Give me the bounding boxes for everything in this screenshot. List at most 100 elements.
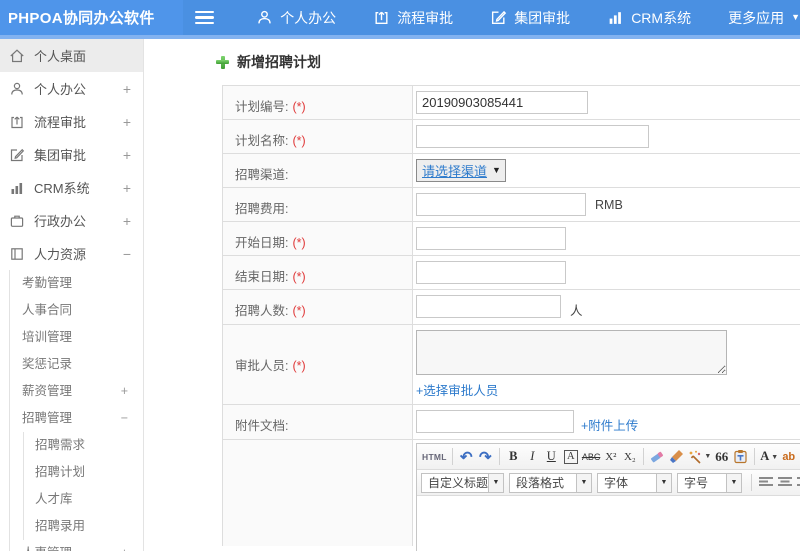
sidebar-item-recruit-demand[interactable]: 招聘需求 — [24, 432, 143, 459]
edit-square-icon — [490, 9, 507, 26]
caret-down-icon: ▼ — [791, 12, 800, 22]
expand-toggle[interactable]: + — [123, 114, 131, 130]
user-icon — [9, 81, 25, 97]
form-row-attachment: 附件文档: +附件上传 — [223, 405, 800, 440]
field-label: 招聘渠道: — [235, 168, 289, 182]
plan-name-input[interactable] — [416, 125, 649, 148]
sidebar-item-personnel-mgmt[interactable]: 人事管理+ — [10, 540, 143, 551]
sidebar-item-training[interactable]: 培训管理 — [10, 324, 143, 351]
expand-toggle[interactable]: + — [123, 213, 131, 229]
edit-square-icon — [9, 147, 25, 163]
bar-chart-icon — [9, 180, 25, 196]
sidebar-item-hr[interactable]: 人力资源 − — [0, 237, 143, 270]
caret-down-icon: ▼ — [656, 473, 671, 492]
underline-button[interactable]: U — [542, 447, 561, 466]
caret-down-icon: ▼ — [704, 453, 712, 460]
plan-number-input[interactable] — [416, 91, 588, 114]
form-row-approver: 审批人员: (*) +选择审批人员 — [223, 325, 800, 405]
channel-select[interactable]: 请选择渠道 ▼ — [416, 159, 506, 182]
field-label: 招聘费用: — [235, 202, 289, 216]
sidebar-item-hr-contract[interactable]: 人事合同 — [10, 297, 143, 324]
topnav-item-group-approval[interactable]: 集团审批 — [490, 8, 570, 28]
sidebar: 个人桌面 个人办公 + 流程审批 + 集团审批 + CRM系统 + 行政办公 + — [0, 39, 144, 551]
field-label: 结束日期: — [235, 270, 289, 284]
sidebar-item-personal-office[interactable]: 个人办公 + — [0, 72, 143, 105]
end-date-input[interactable] — [416, 261, 566, 284]
approver-textarea[interactable] — [416, 330, 727, 375]
redo-button[interactable]: ↷ — [476, 447, 495, 466]
bold-button[interactable]: B — [504, 447, 523, 466]
sidebar-item-rewards[interactable]: 奖惩记录 — [10, 351, 143, 378]
font-color-button[interactable]: A ▼ — [759, 447, 779, 466]
expand-toggle[interactable]: − — [121, 405, 128, 432]
hamburger-menu-icon[interactable] — [194, 10, 215, 25]
subscript-button[interactable]: X₂ — [620, 447, 639, 466]
main-content: 新增招聘计划 计划编号:(*) 计划名称:(*) 招聘渠道: 请选择渠道 ▼ — [144, 39, 800, 551]
sidebar-item-recruit-mgmt[interactable]: 招聘管理 − — [10, 405, 143, 432]
sidebar-item-attendance[interactable]: 考勤管理 — [10, 270, 143, 297]
align-center-icon[interactable] — [775, 473, 794, 492]
italic-button[interactable]: I — [523, 447, 542, 466]
form-row-fee: 招聘费用: RMB — [223, 188, 800, 222]
attachment-input[interactable] — [416, 410, 574, 433]
paste-text-icon[interactable] — [731, 447, 750, 466]
expand-toggle[interactable]: + — [121, 540, 128, 551]
align-right-icon[interactable] — [794, 473, 800, 492]
paragraph-format-select[interactable]: 段落格式 ▼ — [509, 472, 592, 493]
sidebar-item-salary[interactable]: 薪资管理 + — [10, 378, 143, 405]
headcount-input[interactable] — [416, 295, 561, 318]
sidebar-item-talent-pool[interactable]: 人才库 — [24, 486, 143, 513]
undo-button[interactable]: ↶ — [457, 447, 476, 466]
field-label: 开始日期: — [235, 236, 289, 250]
field-label: 附件文档: — [235, 419, 289, 433]
sidebar-item-admin-office[interactable]: 行政办公 + — [0, 204, 143, 237]
topnav-item-crm[interactable]: CRM系统 — [607, 8, 691, 28]
expand-toggle[interactable]: + — [123, 147, 131, 163]
topnav-item-process-approval[interactable]: 流程审批 — [373, 8, 453, 28]
sidebar-item-desktop[interactable]: 个人桌面 — [0, 39, 143, 72]
expand-toggle[interactable]: − — [123, 246, 131, 262]
caret-down-icon: ▼ — [488, 473, 503, 492]
sidebar-item-recruit-plan[interactable]: 招聘计划 — [24, 459, 143, 486]
strikethrough-button[interactable]: ABC — [581, 447, 602, 466]
user-icon — [256, 9, 273, 26]
sidebar-item-crm[interactable]: CRM系统 + — [0, 171, 143, 204]
remove-format-eraser-icon[interactable] — [648, 447, 667, 466]
custom-title-select[interactable]: 自定义标题 ▼ — [421, 472, 504, 493]
source-code-button[interactable]: HTML — [421, 447, 448, 466]
font-size-select[interactable]: 字号 ▼ — [677, 472, 742, 493]
sidebar-item-recruit-hire[interactable]: 招聘录用 — [24, 513, 143, 540]
required-marker: (*) — [292, 359, 306, 373]
expand-toggle[interactable]: + — [123, 81, 131, 97]
editor-content-area[interactable] — [417, 496, 800, 551]
sidebar-item-process-approval[interactable]: 流程审批 + — [0, 105, 143, 138]
expand-toggle[interactable]: + — [123, 180, 131, 196]
format-brush-icon[interactable] — [667, 447, 686, 466]
background-color-button[interactable]: ab — [779, 447, 798, 466]
superscript-button[interactable]: X² — [601, 447, 620, 466]
caret-down-icon: ▼ — [576, 473, 591, 492]
fee-input[interactable] — [416, 193, 586, 216]
start-date-input[interactable] — [416, 227, 566, 250]
blockquote-button[interactable]: 66 — [712, 447, 731, 466]
sidebar-item-group-approval[interactable]: 集团审批 + — [0, 138, 143, 171]
align-left-icon[interactable] — [756, 473, 775, 492]
top-bar: PHPOA协同办公软件 个人办公 流程审批 集团审批 CRM系统 更多应用 ▼ — [0, 0, 800, 35]
required-marker: (*) — [292, 100, 306, 114]
required-marker: (*) — [292, 134, 306, 148]
font-family-select[interactable]: 字体 ▼ — [597, 472, 672, 493]
form-row-end-date: 结束日期: (*) — [223, 256, 800, 290]
form-row-headcount: 招聘人数: (*) 人 — [223, 290, 800, 325]
form-row-channel: 招聘渠道: 请选择渠道 ▼ — [223, 154, 800, 188]
expand-toggle[interactable]: + — [121, 378, 128, 405]
choose-approver-link[interactable]: +选择审批人员 — [416, 380, 498, 399]
app-logo: PHPOA协同办公软件 — [0, 0, 183, 35]
topnav-item-more-apps[interactable]: 更多应用 ▼ — [728, 8, 800, 28]
font-border-button[interactable]: A — [563, 449, 578, 464]
auto-typeset-wand-icon[interactable]: ▼ — [686, 447, 712, 466]
attachment-upload-link[interactable]: +附件上传 — [581, 415, 638, 434]
form-row-start-date: 开始日期: (*) — [223, 222, 800, 256]
required-marker: (*) — [292, 236, 306, 250]
topnav-item-personal-office[interactable]: 个人办公 — [256, 8, 336, 28]
page-title: 新增招聘计划 — [216, 52, 321, 72]
